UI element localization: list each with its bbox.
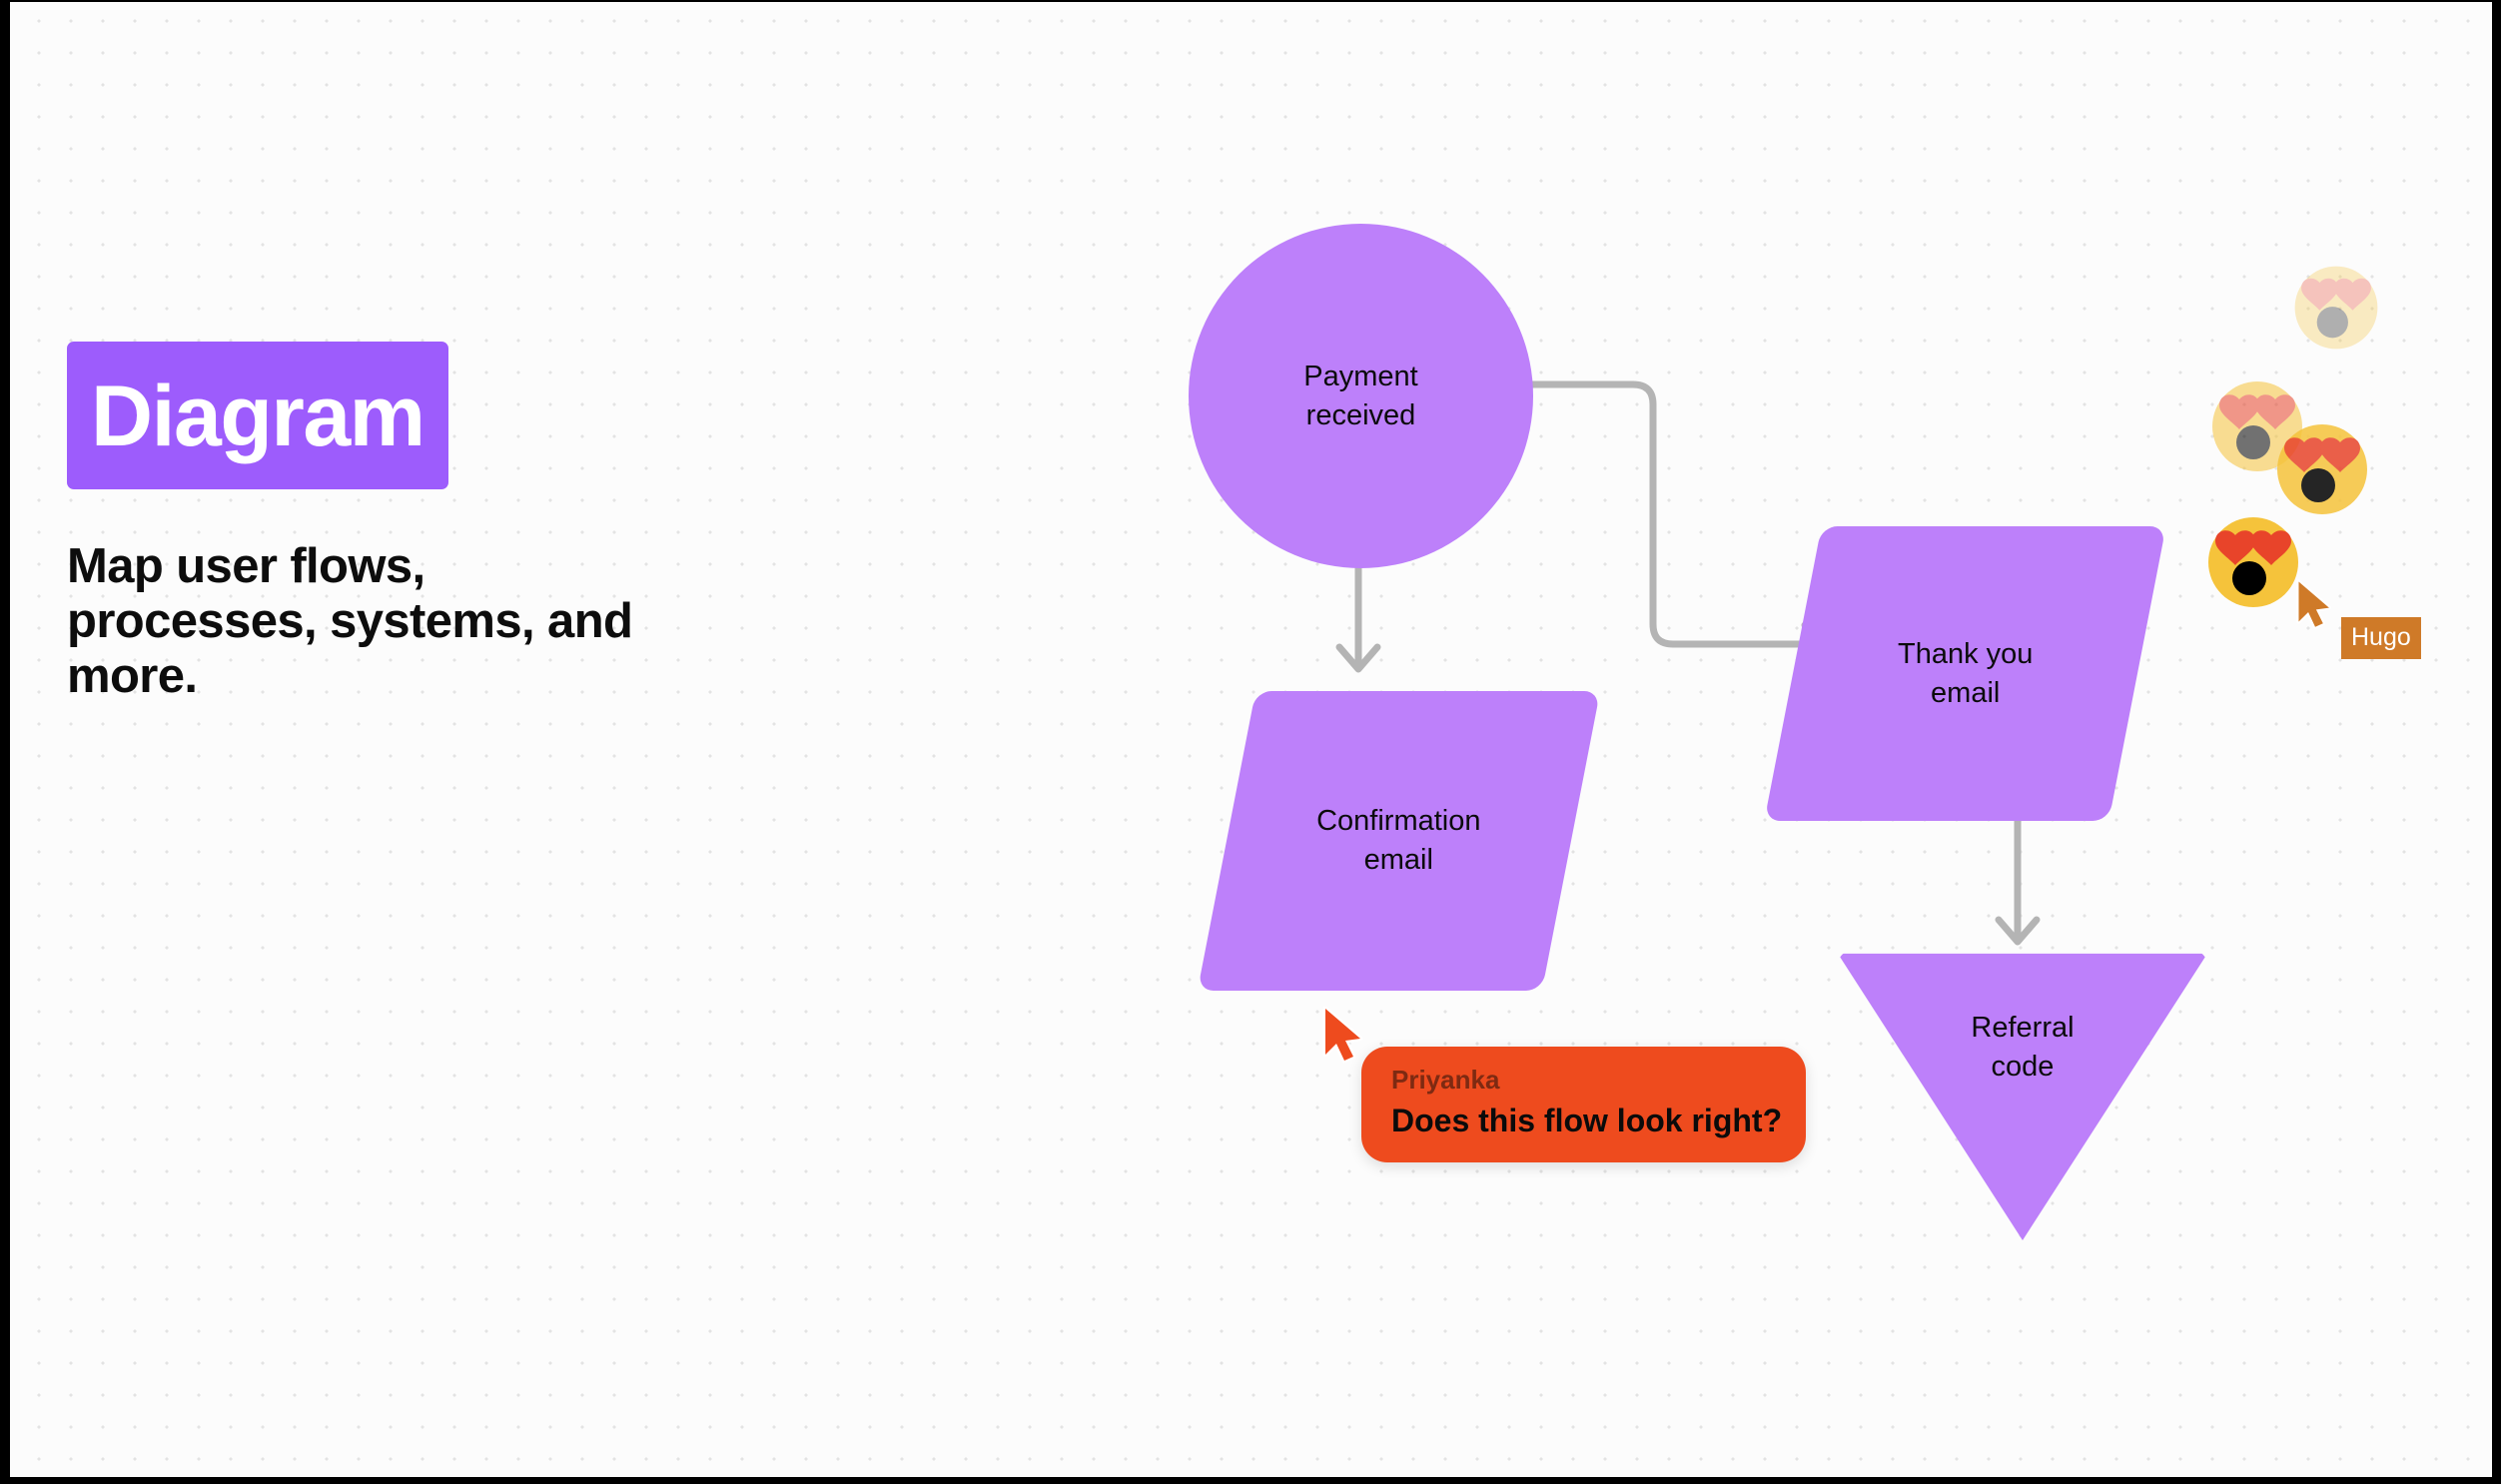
hugo-cursor-name-tag: Hugo: [2341, 617, 2421, 659]
diagram-node-label: Referral code: [1971, 1012, 2075, 1083]
cursor-pointer-icon: [2296, 579, 2332, 629]
comment-author: Priyanka: [1391, 1065, 1500, 1095]
diagram-node-label: Thank you email: [1897, 637, 2034, 709]
diagram-node-referral-code[interactable]: Referral code: [1838, 953, 2207, 1240]
whiteboard-canvas[interactable]: Diagram Map user flows, processes, syste…: [10, 2, 2492, 1477]
diagram-node-thank-you-email[interactable]: Thank you email: [1764, 526, 2166, 821]
cursor-pointer-icon: [1322, 1007, 1363, 1064]
hugo-cursor: [2295, 579, 2335, 631]
promo-block: Diagram Map user flows, processes, syste…: [67, 342, 706, 704]
diagram-node-payment-received[interactable]: Payment received: [1189, 224, 1533, 568]
promo-subtitle: Map user flows, processes, systems, and …: [67, 539, 633, 703]
comment-bubble-priyanka[interactable]: Priyanka Does this flow look right?: [1361, 1047, 1806, 1162]
reaction-emoji-4: [2203, 512, 2303, 612]
reaction-emoji-1: [2290, 262, 2382, 354]
comment-text: Does this flow look right?: [1391, 1103, 1783, 1139]
connector-thankyou-to-referral: [1995, 807, 2041, 946]
diagram-app-window: Diagram Map user flows, processes, syste…: [0, 0, 2501, 1484]
connector-payment-to-confirmation: [1335, 557, 1381, 673]
diagram-node-confirmation-email[interactable]: Confirmation email: [1197, 691, 1601, 991]
diagram-node-label: Payment received: [1303, 360, 1418, 431]
heart-eyes-open-mouth-icon: [2294, 266, 2378, 350]
diagram-node-label: Confirmation email: [1316, 805, 1481, 876]
heart-eyes-open-mouth-icon: [2208, 517, 2298, 607]
reaction-emoji-3: [2272, 419, 2372, 519]
heart-eyes-open-mouth-icon: [2277, 424, 2367, 514]
priyanka-cursor: [1321, 1007, 1367, 1065]
page-title-badge: Diagram: [67, 342, 448, 489]
